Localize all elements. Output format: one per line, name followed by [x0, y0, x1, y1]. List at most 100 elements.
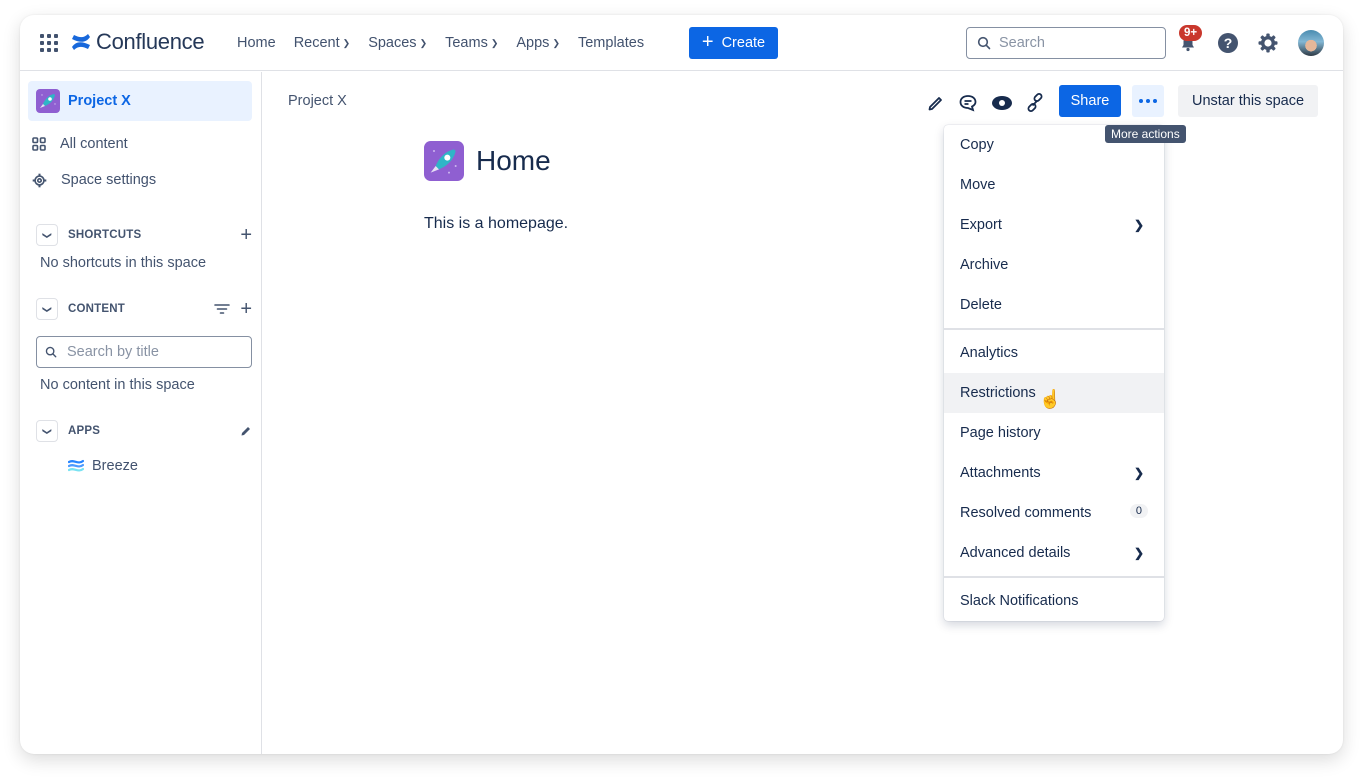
copy-link-button[interactable] [1023, 91, 1047, 115]
confluence-logo[interactable]: Confluence [70, 29, 205, 55]
sidebar-link-label: All content [60, 136, 128, 152]
nav-label: Apps [516, 35, 550, 51]
help-icon: ? [1218, 33, 1238, 53]
notification-badge: 9+ [1179, 25, 1203, 41]
add-shortcut-button[interactable]: + [240, 224, 252, 247]
settings-button[interactable] [1256, 31, 1280, 55]
nav-label: Spaces [368, 35, 417, 51]
link-icon [1027, 93, 1043, 112]
section-title: SHORTCUTS [68, 229, 142, 241]
menu-item-page-history[interactable]: Page history [944, 413, 1164, 453]
app-switcher-icon[interactable] [40, 34, 58, 52]
search-input[interactable] [999, 35, 1149, 51]
resolved-comments-count: 0 [1129, 504, 1148, 518]
sidebar-space-project-x[interactable]: Project X [28, 81, 252, 121]
menu-item-label: Restrictions [960, 385, 1036, 401]
nav-items: Home Recent ❯ Spaces ❯ Teams ❯ Apps ❯ Templa… [228, 15, 653, 71]
sidebar-item-space-settings[interactable]: Space settings [32, 172, 156, 188]
breeze-app-icon [68, 459, 84, 472]
menu-item-export[interactable]: Export ❯ [944, 205, 1164, 245]
nav-apps[interactable]: Apps ❯ [507, 35, 569, 51]
menu-divider [944, 576, 1164, 578]
nav-teams[interactable]: Teams ❯ [436, 35, 507, 51]
filter-icon[interactable] [214, 302, 231, 316]
search-field[interactable] [966, 27, 1166, 59]
menu-item-slack-notifications[interactable]: Slack Notifications [944, 581, 1164, 621]
edit-pencil-icon [928, 97, 942, 111]
app-label: Breeze [92, 458, 138, 474]
menu-item-label: Copy [960, 137, 994, 153]
menu-item-resolved-comments[interactable]: Resolved comments 0 [944, 493, 1164, 533]
chevron-down-icon: ❯ [552, 38, 560, 48]
content-collapse-button[interactable]: ❯ [36, 298, 58, 320]
menu-item-label: Slack Notifications [960, 593, 1079, 609]
sidebar: Project X All content Space settings ❯ S… [20, 72, 262, 754]
avatar[interactable] [1298, 30, 1324, 56]
nav-spaces[interactable]: Spaces ❯ [359, 35, 436, 51]
edit-button[interactable] [924, 91, 948, 115]
gear-icon [32, 173, 47, 187]
apps-collapse-button[interactable]: ❯ [36, 420, 58, 442]
more-dot [1146, 99, 1150, 103]
product-name: Confluence [96, 29, 205, 54]
settings-icon [1258, 33, 1278, 53]
page-header: Home [424, 141, 551, 181]
more-actions-tooltip: More actions [1105, 125, 1186, 143]
watch-button[interactable] [990, 91, 1014, 115]
search-icon [977, 36, 991, 50]
create-button[interactable]: + Create [689, 27, 778, 59]
menu-item-archive[interactable]: Archive [944, 245, 1164, 285]
comment-button[interactable] [956, 91, 980, 115]
menu-divider [944, 328, 1164, 330]
menu-item-analytics[interactable]: Analytics [944, 333, 1164, 373]
more-actions-button[interactable] [1132, 85, 1164, 117]
sidebar-link-label: Space settings [61, 172, 157, 188]
menu-item-label: Delete [960, 297, 1002, 313]
menu-item-advanced-details[interactable]: Advanced details ❯ [944, 533, 1164, 573]
section-title: APPS [68, 425, 101, 437]
edit-pencil-icon[interactable] [240, 425, 252, 437]
menu-item-label: Advanced details [960, 545, 1071, 561]
rocket-space-icon [36, 89, 60, 113]
shortcuts-collapse-button[interactable]: ❯ [36, 224, 58, 246]
browser-window: Confluence Home Recent ❯ Spaces ❯ Teams ❯ A… [20, 15, 1343, 754]
chevron-right-icon: ❯ [1133, 546, 1144, 560]
unstar-space-button[interactable]: Unstar this space [1178, 85, 1318, 117]
menu-item-attachments[interactable]: Attachments ❯ [944, 453, 1164, 493]
sidebar-app-breeze[interactable]: Breeze [68, 458, 138, 474]
section-actions: + [214, 298, 252, 321]
section-title: CONTENT [68, 303, 125, 315]
space-name: Project X [68, 93, 131, 109]
search-by-title-input[interactable] [67, 344, 237, 360]
menu-item-label: Analytics [960, 345, 1019, 361]
breadcrumb[interactable]: Project X [288, 93, 347, 109]
help-button[interactable]: ? [1216, 31, 1240, 55]
menu-item-label: Export [960, 217, 1002, 233]
menu-item-label: Move [960, 177, 996, 193]
share-button[interactable]: Share [1059, 85, 1121, 117]
comment-icon [959, 95, 977, 112]
menu-item-label: Page history [960, 425, 1041, 441]
hand-pointer-cursor-icon: ☝ [1039, 389, 1062, 409]
more-actions-menu: Copy Move Export ❯ Archive Delete Analyti… [944, 125, 1164, 621]
content-section-header: ❯ CONTENT + [36, 298, 252, 320]
menu-item-move[interactable]: Move [944, 165, 1164, 205]
chevron-down-icon: ❯ [342, 38, 351, 48]
chevron-right-icon: ❯ [1133, 218, 1144, 232]
sidebar-item-all-content[interactable]: All content [32, 136, 128, 152]
menu-item-label: Attachments [960, 465, 1041, 481]
add-content-button[interactable]: + [240, 298, 252, 321]
nav-home[interactable]: Home [228, 35, 285, 51]
menu-item-label: Archive [960, 257, 1009, 273]
plus-icon: + [701, 31, 714, 53]
menu-item-delete[interactable]: Delete [944, 285, 1164, 325]
chevron-down-icon: ❯ [419, 38, 428, 48]
nav-recent[interactable]: Recent ❯ [285, 35, 360, 51]
page-body: This is a homepage. [424, 215, 569, 232]
top-navigation: Confluence Home Recent ❯ Spaces ❯ Teams ❯ A… [20, 15, 1343, 71]
more-dot [1153, 99, 1157, 103]
confluence-logo-icon [72, 34, 90, 50]
nav-templates[interactable]: Templates [569, 35, 653, 51]
search-by-title-field[interactable] [36, 336, 252, 368]
more-dot [1139, 99, 1143, 103]
